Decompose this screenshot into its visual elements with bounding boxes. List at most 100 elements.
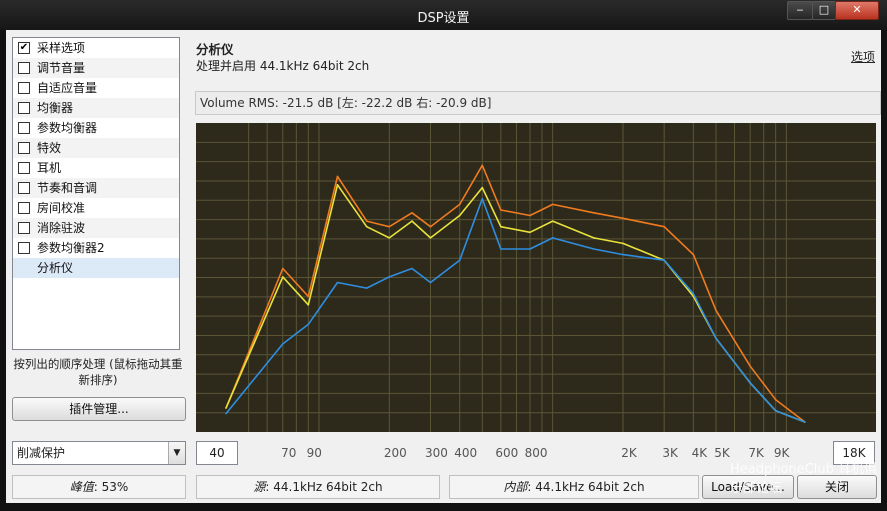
spectrum-point [458, 214, 461, 217]
checkbox-icon[interactable] [18, 202, 30, 214]
checkbox-icon[interactable] [18, 242, 30, 254]
dsp-item[interactable]: 节奏和音调 [13, 178, 179, 198]
minimize-button[interactable]: ‒ [787, 1, 813, 20]
checkbox-checked-icon[interactable]: ✔ [18, 42, 30, 54]
spectrum-point [411, 267, 413, 270]
spectrum-series-2 [225, 198, 806, 423]
spectrum-point [551, 203, 554, 206]
dsp-item[interactable]: 特效 [13, 138, 179, 158]
spectrum-point [529, 231, 531, 234]
dsp-list[interactable]: ✔ 采样选项 调节音量 自适应音量 均衡器 参数均衡器 特效 耳机 节奏和音调 房… [12, 37, 180, 350]
checkbox-icon[interactable] [18, 122, 30, 134]
spectrum-plot [196, 123, 876, 432]
peak-status: 峰值: 53% [12, 475, 186, 499]
spectrum-point [429, 281, 432, 284]
spectrum-svg [196, 123, 876, 432]
spectrum-point [551, 237, 554, 239]
spectrum-point [774, 398, 777, 401]
spectrum-point [336, 184, 339, 186]
spectrum-point [774, 410, 777, 412]
rms-readout: Volume RMS: -21.5 dB [左: -22.2 dB 右: -20… [195, 91, 881, 115]
checkbox-icon[interactable] [18, 62, 30, 74]
checkbox-icon[interactable] [18, 142, 30, 154]
spectrum-point [692, 253, 695, 256]
spectrum-point [715, 309, 717, 312]
spectrum-point [281, 343, 284, 345]
spectrum-point [481, 198, 484, 200]
spectrum-point [429, 237, 432, 239]
spectrum-point [749, 382, 751, 384]
spectrum-point [500, 248, 502, 250]
spectrum-point [529, 248, 531, 250]
dsp-item[interactable]: 自适应音量 [13, 78, 179, 98]
dsp-item[interactable]: 均衡器 [13, 98, 179, 118]
spectrum-point [458, 259, 461, 261]
spectrum-point [365, 220, 368, 222]
spectrum-point [715, 337, 717, 340]
spectrum-point [388, 225, 391, 228]
spectrum-point [411, 211, 413, 214]
checkbox-icon[interactable] [18, 222, 30, 234]
spectrum-point [593, 248, 595, 250]
title-bar: DSP设置 ‒ □ ✕ [0, 0, 887, 30]
freq-tick-label: 5K [714, 446, 730, 460]
spectrum-point [749, 365, 751, 367]
dsp-item[interactable]: 参数均衡器 [13, 118, 179, 138]
source-status: 源: 44.1kHz 64bit 2ch [196, 475, 440, 499]
clip-mode-select[interactable]: 削减保护 ▼ [12, 441, 186, 465]
watermark: HeadphoneClub 耳机俱乐部论坛 [730, 462, 877, 496]
freq-tick-label: 70 [281, 446, 297, 460]
freq-tick-label: 90 [306, 446, 322, 460]
plugin-manager-button[interactable]: 插件管理... [12, 397, 186, 421]
dialog-body: ✔ 采样选项 调节音量 自适应音量 均衡器 参数均衡器 特效 耳机 节奏和音调 房… [6, 30, 881, 503]
freq-min-input[interactable]: 40 [196, 441, 238, 465]
dsp-item[interactable]: 参数均衡器2 [13, 238, 179, 258]
dsp-item[interactable]: 调节音量 [13, 58, 179, 78]
checkbox-icon[interactable] [18, 182, 30, 194]
close-window-button[interactable]: ✕ [835, 1, 879, 20]
clip-mode-value: 削减保护 [17, 446, 66, 460]
dsp-item-selected[interactable]: 分析仪 [13, 258, 179, 278]
checkbox-icon[interactable] [18, 102, 30, 114]
chevron-down-icon[interactable]: ▼ [168, 442, 185, 464]
spectrum-point [307, 323, 310, 326]
spectrum-point [307, 295, 310, 298]
spectrum-point [593, 237, 595, 239]
freq-tick-label: 300 [425, 446, 448, 460]
window: DSP设置 ‒ □ ✕ ✔ 采样选项 调节音量 自适应音量 均衡器 参数均衡器 特… [0, 0, 887, 511]
spectrum-point [365, 287, 368, 289]
freq-tick-label: 800 [524, 446, 548, 460]
spectrum-point [593, 211, 595, 214]
spectrum-point [692, 292, 695, 295]
spectrum-point [225, 412, 227, 415]
spectrum-point [281, 267, 284, 270]
checkbox-icon[interactable] [18, 162, 30, 174]
dsp-item[interactable]: ✔ 采样选项 [13, 38, 179, 58]
spectrum-point [804, 421, 806, 423]
spectrum-point [529, 214, 531, 217]
internal-status: 内部: 44.1kHz 64bit 2ch [449, 475, 699, 499]
spectrum-point [663, 225, 665, 228]
dsp-item[interactable]: 房间校准 [13, 198, 179, 218]
spectrum-point [388, 237, 391, 239]
spectrum-point [663, 259, 665, 261]
spectrum-point [622, 253, 624, 256]
spectrum-point [429, 225, 432, 228]
freq-tick-label: 200 [383, 446, 407, 460]
spectrum-point [458, 203, 461, 206]
spectrum-point [225, 407, 227, 409]
freq-tick-label: 600 [495, 446, 519, 460]
checkbox-icon[interactable] [18, 82, 30, 94]
window-title: DSP设置 [417, 11, 470, 26]
spectrum-point [336, 175, 339, 178]
maximize-button[interactable]: □ [812, 1, 836, 20]
options-link[interactable]: 选项 [851, 48, 875, 65]
spectrum-point [622, 217, 624, 220]
spectrum-point [551, 220, 554, 222]
dsp-item[interactable]: 耳机 [13, 158, 179, 178]
spectrum-point [307, 304, 310, 306]
spectrum-point [622, 242, 624, 245]
dsp-item[interactable]: 消除驻波 [13, 218, 179, 238]
freq-tick-label: 2K [621, 446, 637, 460]
spectrum-point [365, 225, 368, 228]
